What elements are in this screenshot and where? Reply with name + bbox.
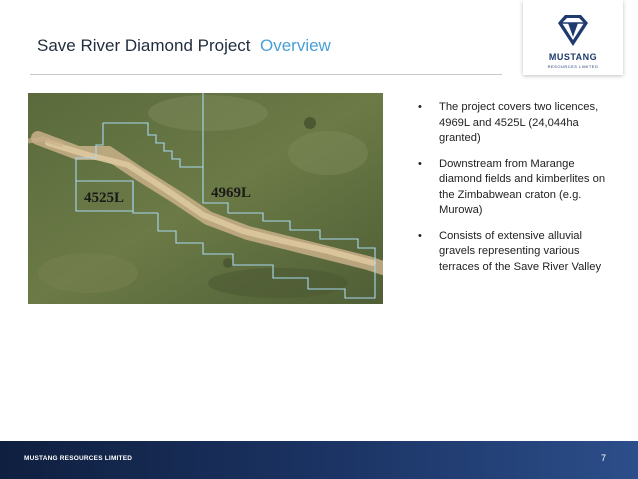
licence-map: 4525L 4969L xyxy=(27,88,390,304)
slide-title-main: Save River Diamond Project xyxy=(37,36,251,55)
bullet-item: Downstream from Marange diamond fields a… xyxy=(418,157,618,219)
page-number: 7 xyxy=(600,453,606,463)
licence-label-4969L: 4969L xyxy=(211,185,251,201)
footer-bar: MUSTANG RESOURCES LIMITED 7 xyxy=(0,441,638,479)
slide-title: Save River Diamond Project Overview xyxy=(37,36,331,56)
licence-label-4525L: 4525L xyxy=(84,190,124,206)
diamond-icon xyxy=(558,15,588,46)
title-divider xyxy=(30,74,502,75)
bullet-item: Consists of extensive alluvial gravels r… xyxy=(418,229,618,276)
bullet-list: The project covers two licences, 4969L a… xyxy=(418,100,618,285)
company-logo: MUSTANG RESOURCES LIMITED xyxy=(523,0,623,75)
logo-name: MUSTANG xyxy=(548,52,598,62)
footer-company-name: MUSTANG RESOURCES LIMITED xyxy=(24,455,133,462)
bullet-item: The project covers two licences, 4969L a… xyxy=(418,100,618,147)
slide-title-accent: Overview xyxy=(259,36,331,55)
satellite-map-image: 4525L 4969L xyxy=(27,88,390,304)
logo-subtitle: RESOURCES LIMITED xyxy=(547,64,599,69)
